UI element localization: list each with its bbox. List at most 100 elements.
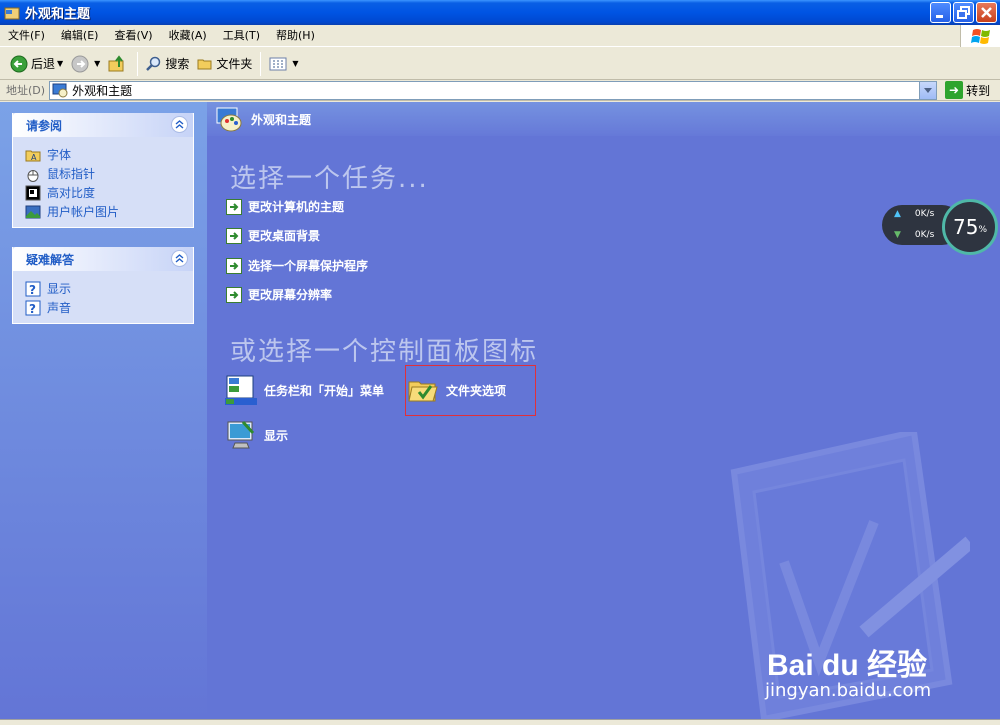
address-input[interactable]: 外观和主题 bbox=[49, 80, 938, 100]
task-label: 更改屏幕分辨率 bbox=[248, 288, 333, 302]
menu-file[interactable]: 文件(F) bbox=[0, 26, 53, 46]
appearance-small-icon bbox=[52, 83, 68, 98]
fonts-folder-icon: A bbox=[25, 150, 41, 162]
task-change-background[interactable]: 更改桌面背景 bbox=[226, 227, 320, 244]
forward-dropdown-icon[interactable]: ▼ bbox=[94, 59, 100, 68]
task-resolution[interactable]: 更改屏幕分辨率 bbox=[226, 286, 332, 303]
go-label: 转到 bbox=[966, 83, 991, 98]
troubleshoot-header[interactable]: 疑难解答 bbox=[13, 247, 193, 271]
troubleshoot-display-link[interactable]: ? 显示 bbox=[25, 279, 183, 298]
close-button[interactable] bbox=[976, 2, 997, 23]
menu-bar: 文件(F) 编辑(E) 查看(V) 收藏(A) 工具(T) 帮助(H) bbox=[0, 25, 1000, 47]
category-title: 外观和主题 bbox=[251, 112, 312, 127]
title-bar[interactable]: 外观和主题 bbox=[0, 0, 1000, 25]
address-dropdown-button[interactable] bbox=[919, 81, 937, 99]
views-button[interactable]: ▼ bbox=[265, 51, 302, 77]
toolbar-separator bbox=[137, 51, 139, 76]
go-button[interactable]: ➜ 转到 bbox=[945, 81, 990, 99]
back-label: 后退 bbox=[31, 57, 56, 71]
link-label: 声音 bbox=[47, 301, 72, 315]
forward-arrow-icon bbox=[71, 55, 89, 72]
views-grid-icon bbox=[269, 57, 287, 70]
folder-window-icon bbox=[4, 7, 20, 19]
taskbar-start-menu-icon-link[interactable]: 任务栏和「开始」菜单 bbox=[225, 374, 384, 406]
troubleshoot-box: 疑难解答 ? 显示 ? 声音 bbox=[12, 247, 194, 324]
category-header: 外观和主题 bbox=[207, 102, 1000, 136]
minimize-icon bbox=[936, 15, 943, 18]
link-label: 字体 bbox=[47, 148, 72, 162]
folder-icon bbox=[197, 59, 212, 69]
task-pane: 请参阅 A 字体 鼠标指针 高对比度 用户帐户图片 疑难解答 ? 显示 ? 声音 bbox=[0, 102, 207, 719]
baidu-jingyan-watermark: Bai du 经验 jingyan.baidu.com bbox=[765, 640, 931, 701]
restore-icon bbox=[957, 6, 970, 19]
task-arrow-icon bbox=[226, 286, 242, 303]
collapse-icon[interactable] bbox=[171, 116, 188, 133]
folders-label: 文件夹 bbox=[216, 57, 253, 71]
pick-task-heading: 选择一个任务... bbox=[230, 164, 429, 194]
icon-label: 任务栏和「开始」菜单 bbox=[264, 383, 385, 398]
window-title: 外观和主题 bbox=[25, 7, 91, 22]
troubleshoot-sound-link[interactable]: ? 声音 bbox=[25, 298, 183, 317]
menu-edit[interactable]: 编辑(E) bbox=[53, 26, 107, 46]
upload-speed-value: 0K/s bbox=[914, 209, 935, 219]
menu-view[interactable]: 查看(V) bbox=[106, 26, 160, 46]
forward-button[interactable]: ▼ bbox=[67, 51, 104, 77]
link-label: 高对比度 bbox=[47, 186, 96, 200]
views-dropdown-icon[interactable]: ▼ bbox=[292, 59, 298, 68]
windows-logo bbox=[960, 25, 1000, 47]
taskbar-icon bbox=[225, 375, 257, 405]
pick-icon-heading: 或选择一个控制面板图标 bbox=[230, 337, 539, 367]
back-button[interactable]: 后退 ▼ bbox=[6, 51, 67, 77]
usage-ring: 75% bbox=[942, 199, 998, 255]
selection-highlight bbox=[405, 365, 536, 416]
display-icon-link[interactable]: 显示 bbox=[225, 419, 288, 451]
icon-label: 显示 bbox=[264, 428, 289, 443]
search-icon bbox=[146, 56, 161, 71]
task-change-theme[interactable]: 更改计算机的主题 bbox=[226, 198, 344, 215]
contrast-icon bbox=[25, 185, 41, 200]
address-value: 外观和主题 bbox=[72, 83, 133, 98]
restore-button[interactable] bbox=[953, 2, 974, 23]
task-arrow-icon bbox=[226, 257, 242, 274]
toolbar-separator bbox=[260, 51, 262, 76]
minimize-button[interactable] bbox=[930, 2, 951, 23]
windows-flag-icon bbox=[971, 29, 990, 44]
up-folder-icon bbox=[108, 54, 124, 71]
back-arrow-icon bbox=[10, 55, 28, 72]
search-button[interactable]: 搜索 bbox=[142, 51, 193, 77]
svg-text:?: ? bbox=[29, 283, 36, 297]
search-label: 搜索 bbox=[165, 57, 190, 71]
task-arrow-icon bbox=[226, 198, 242, 215]
see-also-mouse-pointers-link[interactable]: 鼠标指针 bbox=[25, 164, 183, 183]
task-screensaver[interactable]: 选择一个屏幕保护程序 bbox=[226, 257, 368, 274]
folders-button[interactable]: 文件夹 bbox=[193, 51, 256, 77]
address-bar: 地址(D) 外观和主题 ➜ 转到 bbox=[0, 80, 1000, 101]
download-speed: ▼ 0K/s bbox=[894, 230, 934, 240]
task-label: 更改桌面背景 bbox=[248, 229, 321, 243]
troubleshoot-title: 疑难解答 bbox=[26, 252, 75, 267]
help-icon: ? bbox=[25, 281, 41, 297]
usage-percent: 75 bbox=[952, 215, 979, 239]
baidu-url-text: jingyan.baidu.com bbox=[765, 680, 932, 701]
see-also-fonts-link[interactable]: A 字体 bbox=[25, 145, 183, 164]
collapse-icon[interactable] bbox=[171, 250, 188, 267]
menu-help[interactable]: 帮助(H) bbox=[268, 26, 323, 46]
up-folder-button[interactable] bbox=[104, 51, 133, 77]
address-label: 地址(D) bbox=[6, 84, 46, 97]
help-icon: ? bbox=[25, 300, 41, 316]
mouse-icon bbox=[27, 169, 39, 182]
back-dropdown-icon[interactable]: ▼ bbox=[57, 59, 63, 68]
network-speed-gadget[interactable]: ▲ 0K/s ▼ 0K/s 75% bbox=[882, 199, 998, 255]
see-also-user-picture-link[interactable]: 用户帐户图片 bbox=[25, 202, 183, 221]
see-also-high-contrast-link[interactable]: 高对比度 bbox=[25, 183, 183, 202]
see-also-title: 请参阅 bbox=[26, 118, 63, 133]
display-icon bbox=[227, 420, 255, 449]
go-arrow-icon: ➜ bbox=[945, 81, 964, 99]
svg-text:?: ? bbox=[29, 302, 36, 316]
link-label: 用户帐户图片 bbox=[47, 205, 120, 219]
see-also-header[interactable]: 请参阅 bbox=[13, 113, 193, 137]
link-label: 鼠标指针 bbox=[47, 167, 96, 181]
menu-favorites[interactable]: 收藏(A) bbox=[161, 26, 215, 46]
close-icon bbox=[981, 7, 992, 18]
menu-tools[interactable]: 工具(T) bbox=[215, 26, 268, 46]
